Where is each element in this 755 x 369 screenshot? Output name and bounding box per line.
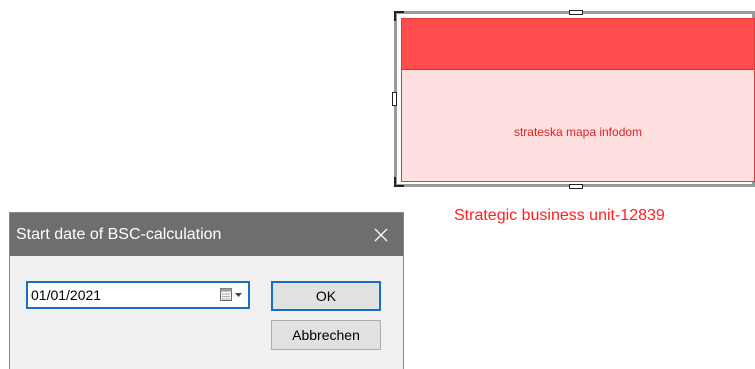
dialog-title: Start date of BSC-calculation bbox=[16, 226, 222, 243]
shape-header-band bbox=[402, 19, 754, 70]
resize-handle-left[interactable] bbox=[392, 92, 397, 106]
start-date-value: 01/01/2021 bbox=[31, 287, 102, 303]
shape-label: strateska mapa infodom bbox=[513, 125, 643, 139]
resize-handle-bottom-left[interactable] bbox=[394, 177, 404, 187]
start-date-field[interactable]: 01/01/2021 bbox=[26, 281, 250, 309]
resize-handle-bottom[interactable] bbox=[569, 184, 583, 189]
dialog-titlebar[interactable]: Start date of BSC-calculation bbox=[10, 213, 403, 256]
calendar-dropdown-icon bbox=[220, 288, 242, 301]
resize-handle-top-left[interactable] bbox=[394, 11, 404, 21]
close-icon bbox=[374, 228, 388, 241]
cancel-button[interactable]: Abbrechen bbox=[271, 320, 381, 350]
strategy-map-shape[interactable]: strateska mapa infodom bbox=[401, 18, 755, 182]
resize-handle-top[interactable] bbox=[569, 10, 583, 15]
start-date-dialog: Start date of BSC-calculation 01/01/2021… bbox=[9, 212, 404, 369]
business-unit-caption: Strategic business unit-12839 bbox=[454, 207, 665, 224]
date-picker-button[interactable] bbox=[210, 286, 244, 304]
ok-button[interactable]: OK bbox=[271, 281, 381, 311]
close-button[interactable] bbox=[359, 213, 403, 256]
